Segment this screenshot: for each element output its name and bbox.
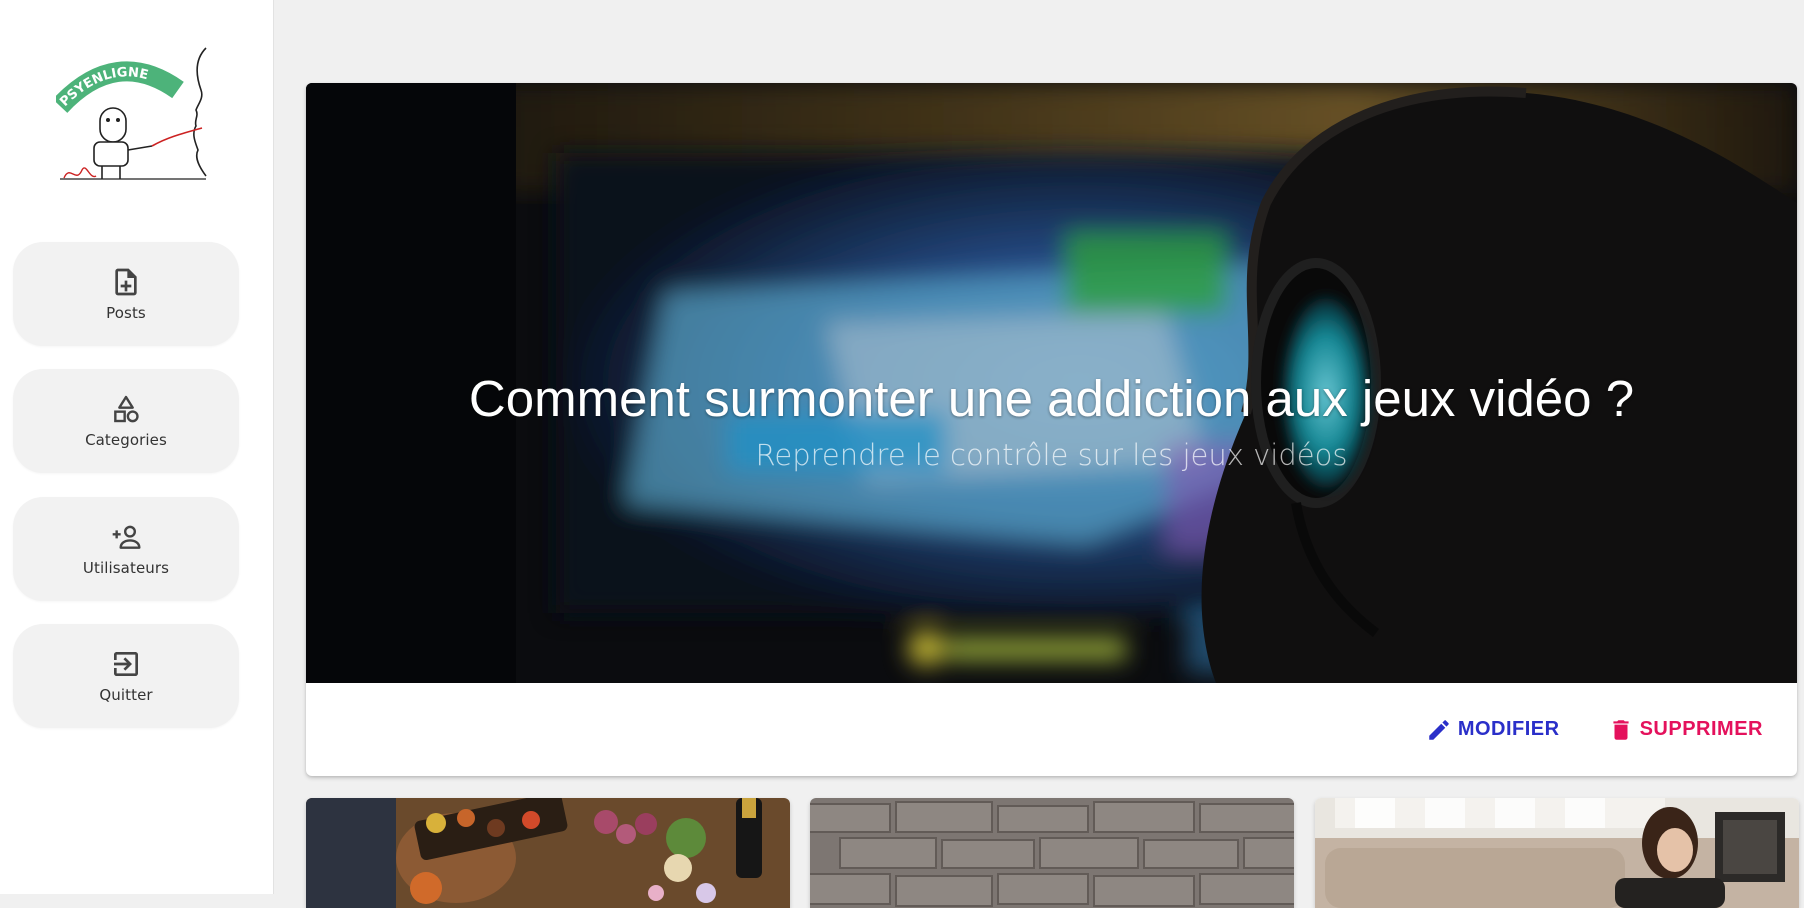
featured-post-card: Comment surmonter une addiction aux jeux…: [306, 83, 1797, 776]
post-card-image: [306, 798, 790, 908]
post-card-3[interactable]: [1315, 798, 1799, 908]
sidebar-item-label: Quitter: [99, 686, 153, 704]
pencil-icon: [1429, 719, 1449, 740]
sidebar-item-posts[interactable]: Posts: [13, 242, 239, 346]
edit-button[interactable]: MODIFIER: [1422, 711, 1564, 749]
logo-text: PSYENLIGNE: [57, 65, 149, 110]
shapes-icon: [114, 395, 139, 423]
post-card-image: [810, 798, 1294, 908]
sidebar: PSYENLIGNE Posts Categories Utilisateurs…: [0, 0, 274, 894]
post-subtitle: Reprendre le contrôle sur les jeux vidéo…: [755, 438, 1348, 472]
post-card-image: [1315, 798, 1799, 908]
post-title[interactable]: Comment surmonter une addiction aux jeux…: [469, 369, 1634, 428]
post-actions: MODIFIER SUPPRIMER: [306, 683, 1797, 776]
psyenligne-logo[interactable]: PSYENLIGNE: [52, 46, 208, 180]
featured-post-text: Comment surmonter une addiction aux jeux…: [306, 83, 1797, 683]
delete-button-label: SUPPRIMER: [1639, 718, 1763, 740]
sidebar-item-categories[interactable]: Categories: [13, 369, 239, 473]
edit-button-label: MODIFIER: [1457, 718, 1560, 740]
sidebar-item-utilisateurs[interactable]: Utilisateurs: [13, 497, 239, 601]
svg-text:PSYENLIGNE: PSYENLIGNE: [57, 65, 149, 110]
sidebar-item-quitter[interactable]: Quitter: [13, 624, 239, 728]
exit-icon: [114, 652, 138, 676]
post-card-2[interactable]: [810, 798, 1294, 908]
sidebar-item-label: Utilisateurs: [82, 559, 170, 577]
post-card-1[interactable]: [306, 798, 790, 908]
delete-button[interactable]: SUPPRIMER: [1604, 711, 1767, 749]
trash-icon: [1613, 719, 1629, 740]
sidebar-item-label: Posts: [106, 304, 146, 322]
sidebar-item-label: Categories: [85, 431, 167, 449]
file-plus-icon: [115, 268, 137, 296]
person-add-icon: [112, 525, 141, 549]
